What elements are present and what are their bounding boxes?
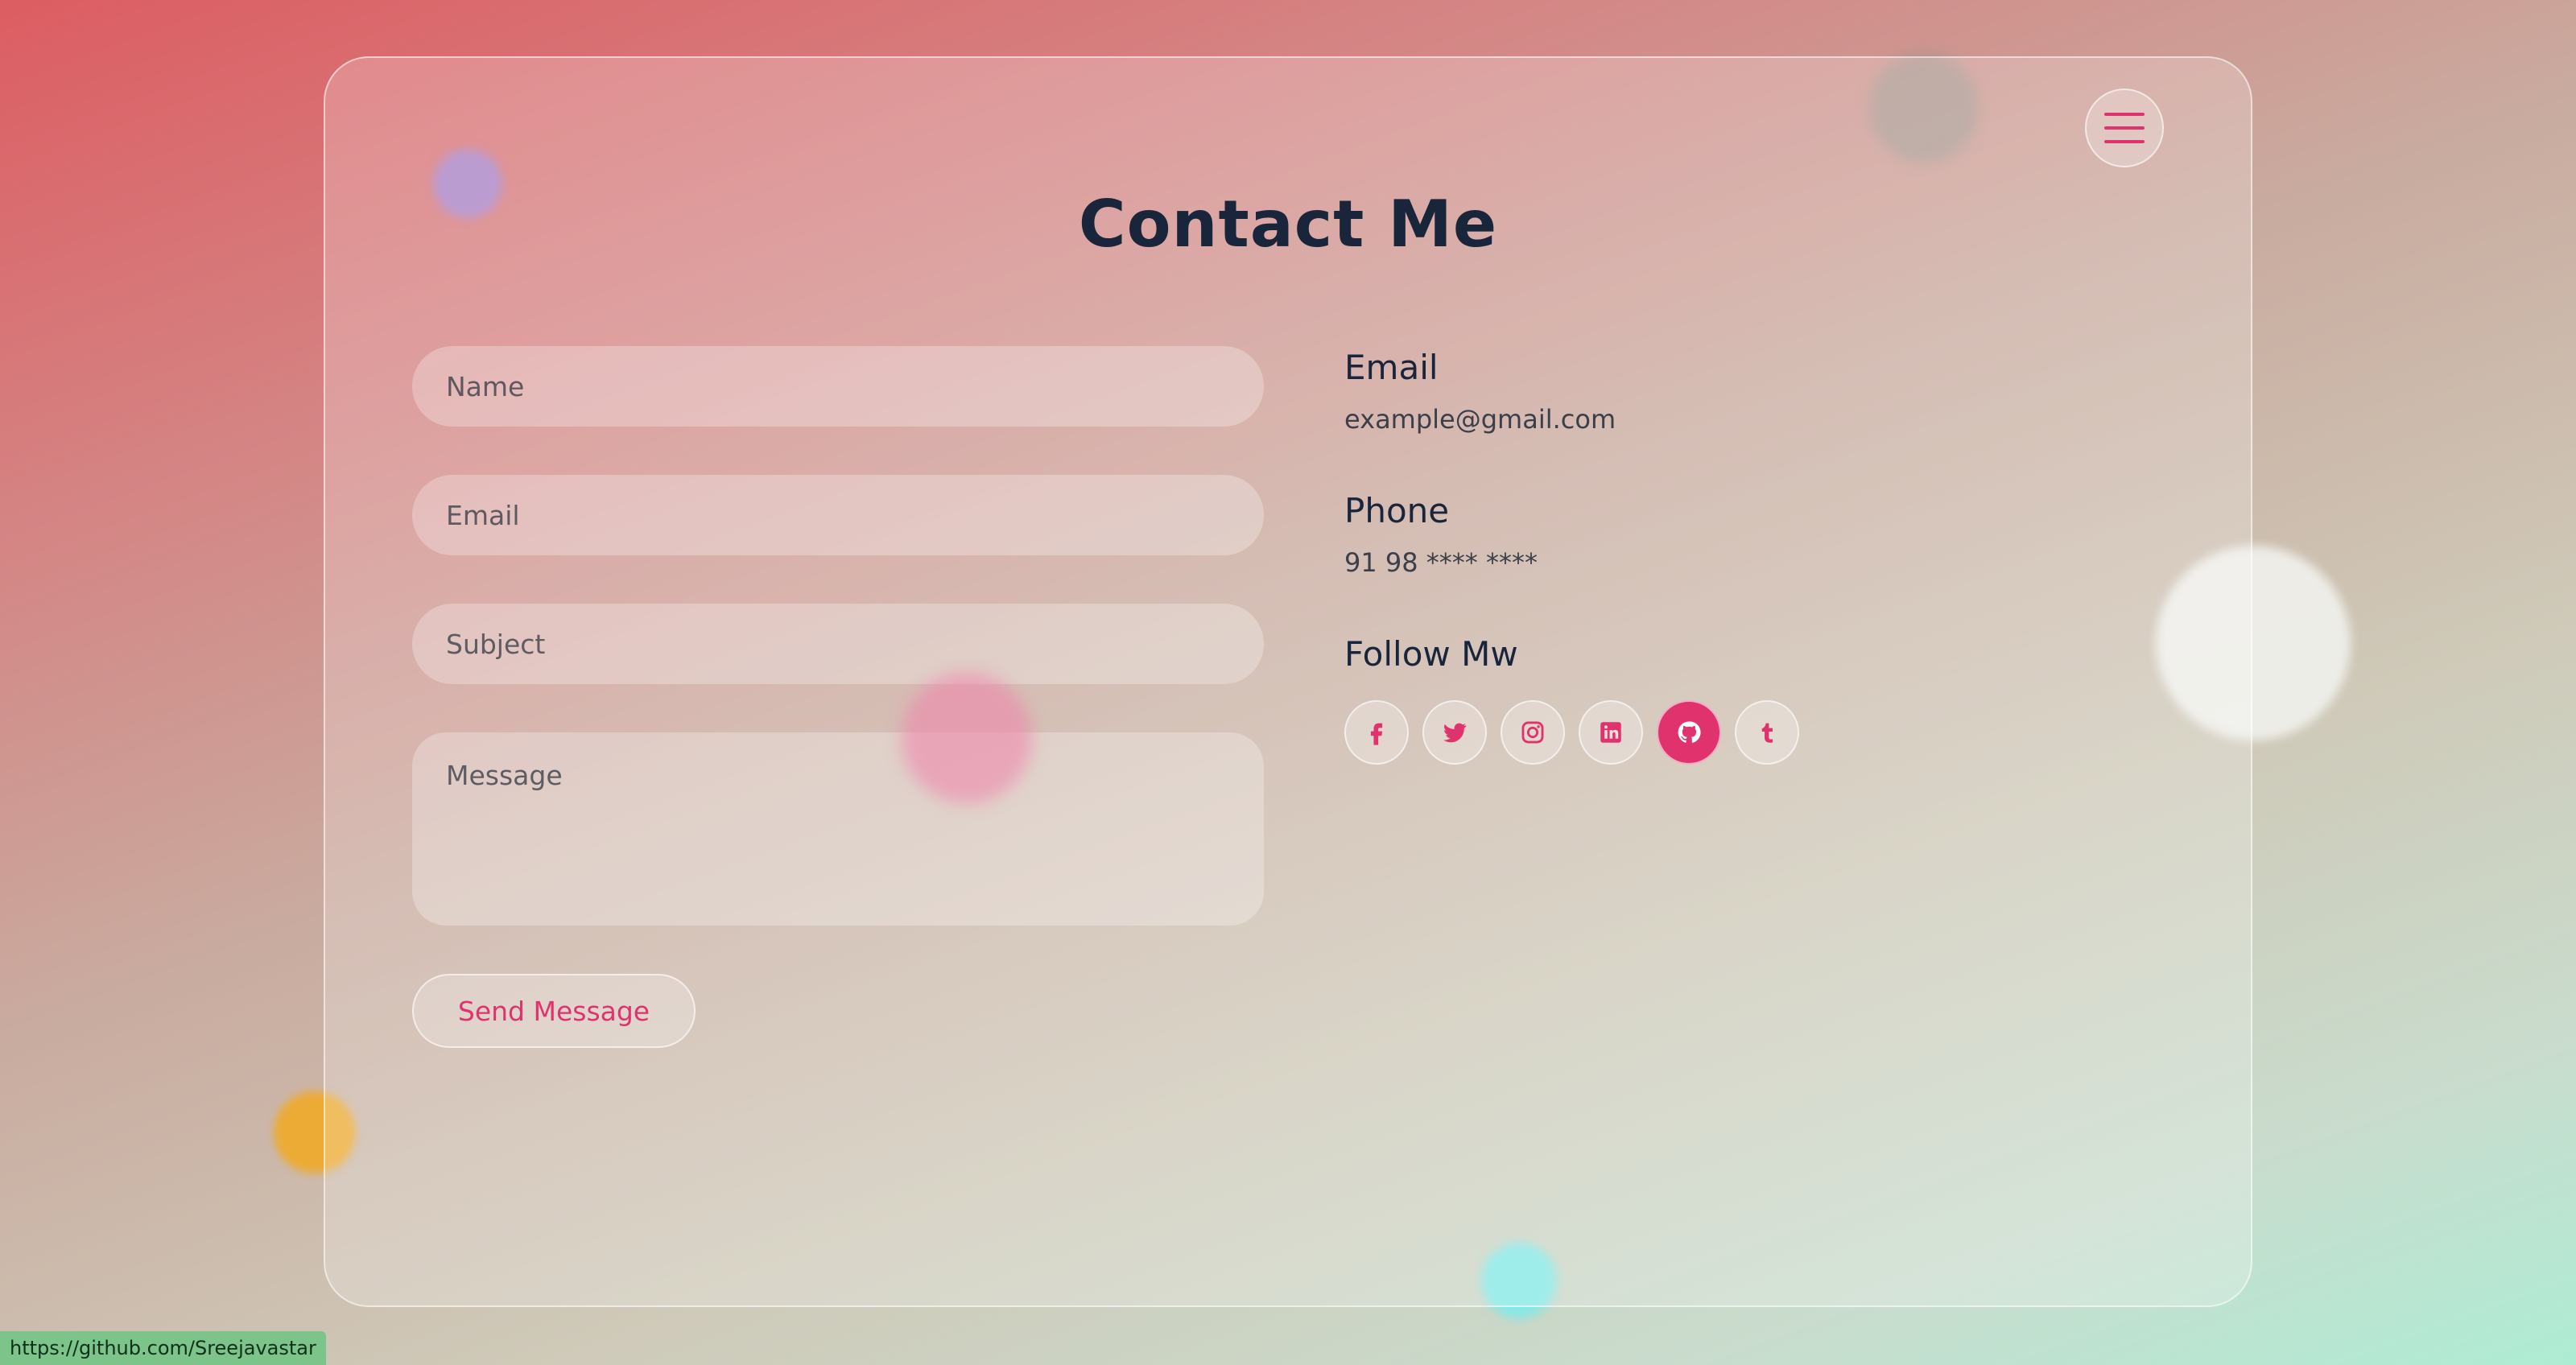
menu-button[interactable]	[2085, 89, 2164, 167]
subject-input[interactable]: Subject	[412, 604, 1264, 684]
twitter-icon	[1443, 723, 1467, 743]
facebook-link[interactable]	[1344, 700, 1409, 765]
twitter-link[interactable]	[1422, 700, 1487, 765]
email-input[interactable]: Email	[412, 475, 1264, 555]
linkedin-icon	[1600, 722, 1621, 743]
hamburger-icon	[2104, 113, 2145, 143]
follow-heading: Follow Mw	[1344, 634, 1518, 674]
send-message-button[interactable]: Send Message	[412, 974, 696, 1048]
github-icon	[1678, 721, 1701, 743]
decorative-blob-pink	[902, 673, 1032, 803]
social-links	[1344, 700, 1813, 765]
github-link[interactable]	[1657, 700, 1721, 765]
tumblr-icon	[1761, 723, 1773, 743]
phone-value: 91 98 **** ****	[1344, 547, 1538, 578]
name-input-placeholder: Name	[446, 370, 525, 402]
tumblr-link[interactable]	[1735, 700, 1799, 765]
email-value: example@gmail.com	[1344, 404, 1616, 435]
status-bar-url: https://github.com/Sreejavastar	[0, 1331, 326, 1365]
instagram-link[interactable]	[1501, 700, 1565, 765]
linkedin-link[interactable]	[1579, 700, 1643, 765]
email-heading: Email	[1344, 348, 1439, 387]
page-title: Contact Me	[1078, 187, 1498, 262]
email-input-placeholder: Email	[446, 499, 520, 531]
facebook-icon	[1370, 723, 1383, 745]
subject-input-placeholder: Subject	[446, 628, 546, 660]
name-input[interactable]: Name	[412, 346, 1264, 427]
message-textarea[interactable]: Message	[412, 732, 1264, 926]
instagram-icon	[1521, 721, 1544, 744]
message-textarea-placeholder: Message	[446, 760, 563, 791]
phone-heading: Phone	[1344, 491, 1450, 530]
